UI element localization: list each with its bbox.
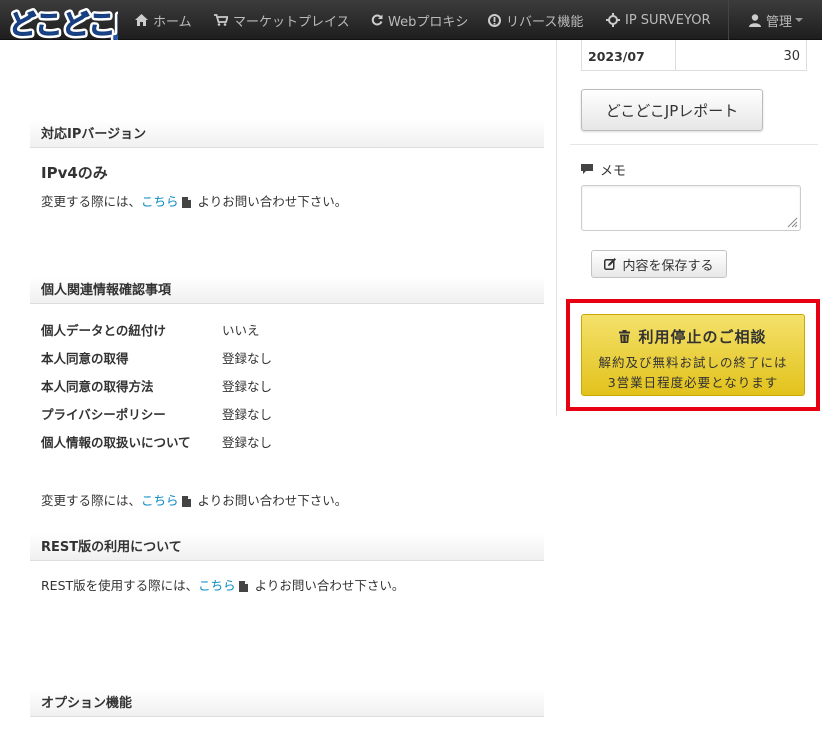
cancel-service-note-line1: 解約及び無料お試しの終了には — [598, 355, 788, 370]
report-button[interactable]: どこどこJPレポート — [581, 89, 763, 131]
logo-text: どこどこJP — [9, 10, 118, 41]
nav-marketplace-label: マーケットプレイス — [233, 14, 350, 30]
nav-home-label: ホーム — [153, 14, 192, 30]
personal-info-header: 個人関連情報確認事項 — [30, 276, 544, 304]
nav-marketplace[interactable]: マーケットプレイス — [214, 0, 350, 40]
nav-web-proxy[interactable]: Webプロキシ — [371, 0, 468, 40]
resize-grip-icon[interactable] — [787, 217, 798, 228]
memo-label: メモ — [581, 160, 626, 179]
cancel-service-note-line2: 3営業日程度必要となります — [607, 375, 779, 390]
edit-icon — [604, 258, 617, 270]
personal-info-label: 個人情報の取扱いについて — [41, 435, 191, 450]
personal-info-label: プライバシーポリシー — [41, 407, 166, 422]
trash-icon — [619, 330, 631, 343]
nav-reverse-label: リバース機能 — [506, 14, 584, 30]
ip-version-contact-link[interactable]: こちら — [141, 194, 179, 209]
ip-version-value: IPv4のみ — [41, 164, 108, 182]
nav-ip-surveyor[interactable]: IP SURVEYOR — [606, 0, 711, 40]
rest-header: REST版の利用について — [30, 533, 544, 561]
nav-web-proxy-label: Webプロキシ — [388, 14, 469, 30]
usage-count: 30 — [783, 49, 800, 64]
personal-info-value: 登録なし — [222, 351, 273, 366]
document-icon — [181, 197, 191, 208]
nav-divider — [728, 0, 729, 40]
options-header: オプション機能 — [30, 689, 544, 717]
personal-info-value: 登録なし — [222, 435, 273, 450]
ip-version-header: 対応IPバージョン — [30, 120, 544, 148]
personal-info-value: 登録なし — [222, 379, 273, 394]
personal-info-note: 変更する際には、こちら よりお問い合わせ下さい。 — [41, 493, 348, 508]
personal-info-value: 登録なし — [222, 407, 273, 422]
circle-info-icon — [488, 13, 501, 27]
cart-icon — [214, 14, 228, 26]
user-icon — [749, 13, 761, 27]
nav-home[interactable]: ホーム — [135, 0, 192, 40]
refresh-icon — [371, 14, 383, 26]
chevron-down-icon — [795, 18, 804, 22]
nav-ip-surveyor-label: IP SURVEYOR — [625, 12, 711, 28]
rest-note: REST版を使用する際には、こちら よりお問い合わせ下さい。 — [41, 578, 405, 593]
home-icon — [135, 14, 148, 26]
memo-textarea[interactable] — [581, 185, 801, 231]
document-icon — [181, 496, 191, 507]
crosshair-icon — [606, 13, 620, 27]
nav-admin-label: 管理 — [766, 14, 793, 30]
cancel-service-button[interactable]: 利用停止のご相談 解約及び無料お試しの終了には 3営業日程度必要となります — [581, 314, 805, 396]
ip-version-note: 変更する際には、こちら よりお問い合わせ下さい。 — [41, 194, 348, 209]
save-memo-button[interactable]: 内容を保存する — [591, 250, 727, 278]
personal-info-contact-link[interactable]: こちら — [141, 493, 179, 508]
personal-info-value: いいえ — [222, 323, 260, 338]
nav-reverse[interactable]: リバース機能 — [488, 0, 583, 40]
sidebar-divider — [556, 40, 557, 416]
nav-admin-dropdown[interactable]: 管理 — [749, 0, 804, 40]
comment-icon — [581, 164, 593, 174]
rest-contact-link[interactable]: こちら — [198, 578, 236, 593]
personal-info-label: 個人データとの紐付け — [41, 323, 166, 338]
usage-month: 2023/07 — [582, 40, 676, 70]
top-navbar: どこどこJP どこどこJP ホーム マーケットプレイス Webプロキシ リバース… — [0, 0, 822, 44]
personal-info-label: 本人同意の取得方法 — [41, 379, 154, 394]
dokodoko-jp-logo[interactable]: どこどこJP どこどこJP — [6, 3, 118, 45]
personal-info-label: 本人同意の取得 — [41, 351, 129, 366]
cancel-service-title: 利用停止のご相談 — [638, 328, 767, 346]
usage-table-row: 2023/07 30 — [581, 40, 807, 71]
document-icon — [238, 581, 248, 592]
sidebar-separator — [570, 144, 818, 145]
